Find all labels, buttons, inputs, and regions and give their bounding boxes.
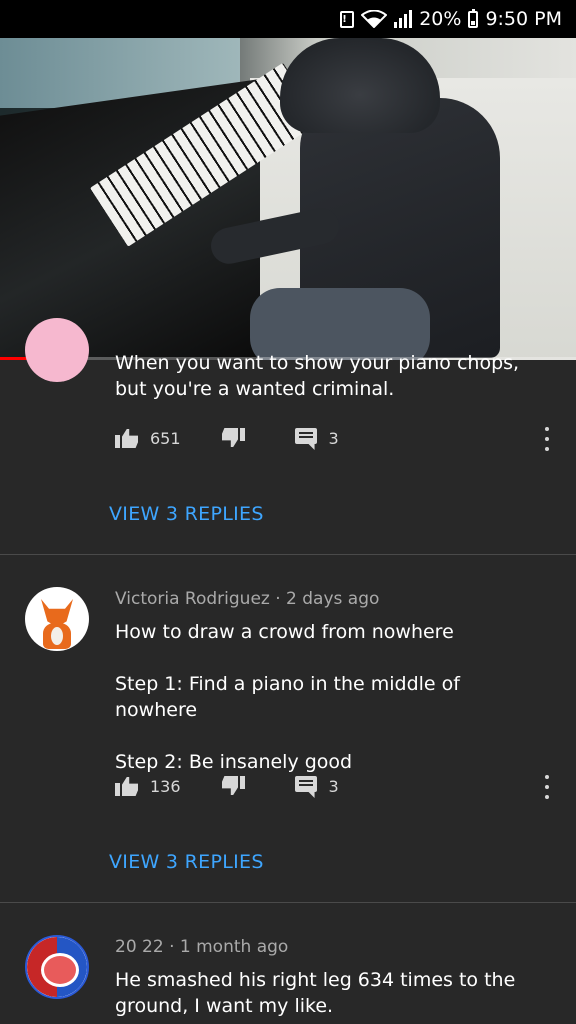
like-button[interactable] (115, 775, 139, 797)
thumbs-down-icon (221, 427, 245, 449)
divider (0, 554, 576, 555)
view-replies-link[interactable]: VIEW 3 REPLIES (109, 503, 264, 525)
thumbs-down-icon (221, 775, 245, 797)
comment-text: When you want to show your piano chops, … (115, 350, 545, 402)
alert-box-icon: ! (340, 10, 355, 28)
reply-count: 3 (328, 776, 339, 796)
comment-time: 2 days ago (286, 589, 380, 609)
reply-icon (294, 776, 317, 796)
dislike-button[interactable] (221, 427, 245, 449)
reply-button[interactable] (294, 428, 317, 448)
comment-actions: 651 3 (115, 423, 339, 453)
knuckles-icon (41, 953, 79, 987)
video-progress-fill (0, 357, 29, 360)
comment-author-line: 20 22 · 1 month ago (115, 937, 289, 957)
avatar[interactable] (25, 587, 89, 651)
comment-text-line: He smashed his right leg 634 times to th… (115, 969, 516, 1017)
thumbs-up-icon (115, 427, 139, 449)
dislike-button[interactable] (221, 775, 245, 797)
comment-text-line: When you want to show your piano chops, … (115, 352, 520, 400)
battery-icon (468, 8, 479, 28)
reply-button[interactable] (294, 776, 317, 796)
wifi-icon (361, 10, 388, 28)
comment-actions: 136 3 (115, 771, 339, 801)
battery-percent: 20% (419, 8, 462, 30)
divider (0, 902, 576, 903)
video-person-hood (280, 38, 440, 133)
author-name[interactable]: 20 22 (115, 937, 164, 957)
like-button[interactable] (115, 427, 139, 449)
comment-text: He smashed his right leg 634 times to th… (115, 967, 545, 1019)
avatar[interactable] (25, 318, 89, 382)
comment-text: How to draw a crowd from nowhere Step 1:… (115, 619, 545, 775)
comment-time: 1 month ago (179, 937, 289, 957)
reply-icon (294, 428, 317, 448)
like-count: 136 (150, 776, 181, 796)
author-name[interactable]: Victoria Rodriguez (115, 589, 270, 609)
like-count: 651 (150, 428, 181, 448)
comment-author-line: Victoria Rodriguez · 2 days ago (115, 589, 380, 609)
video-player[interactable] (0, 38, 576, 360)
status-bar: ! 20% 9:50 PM (0, 0, 576, 38)
reply-count: 3 (328, 428, 339, 448)
comment-text-line: How to draw a crowd from nowhere (115, 621, 454, 643)
clock: 9:50 PM (485, 8, 562, 30)
more-options-icon[interactable] (544, 427, 550, 451)
thumbs-up-icon (115, 775, 139, 797)
signal-icon (394, 10, 413, 28)
comment-text-line: Step 1: Find a piano in the middle of no… (115, 673, 460, 721)
more-options-icon[interactable] (544, 775, 550, 799)
avatar[interactable] (25, 935, 89, 999)
view-replies-link[interactable]: VIEW 3 REPLIES (109, 851, 264, 873)
